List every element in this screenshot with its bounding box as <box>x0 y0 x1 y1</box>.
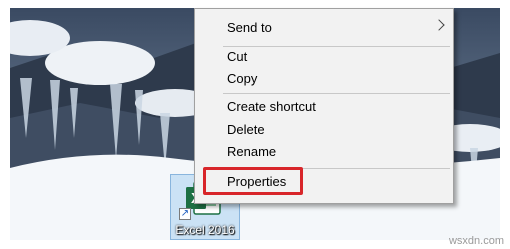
chevron-right-icon <box>433 19 445 31</box>
menu-item-label: Cut <box>227 49 248 64</box>
menu-item-cut[interactable]: Cut <box>227 47 247 67</box>
context-menu: Send to Cut Copy Create shortcut Delete … <box>194 8 454 204</box>
menu-separator <box>223 93 450 94</box>
menu-separator <box>223 46 450 47</box>
menu-item-create-shortcut[interactable]: Create shortcut <box>227 97 316 117</box>
menu-item-label: Rename <box>227 144 277 159</box>
site-watermark: wsxdn.com <box>448 235 504 247</box>
menu-item-label: Copy <box>227 71 258 86</box>
menu-item-delete[interactable]: Delete <box>227 120 265 140</box>
menu-item-label: Properties <box>227 174 287 189</box>
shortcut-arrow-icon: ↗ <box>179 208 191 220</box>
menu-item-properties[interactable]: Properties <box>227 172 286 192</box>
menu-item-copy[interactable]: Copy <box>227 69 257 89</box>
menu-item-label: Create shortcut <box>227 99 316 114</box>
desktop-shortcut-label: Excel 2016 <box>175 223 235 237</box>
menu-item-label: Send to <box>227 20 272 35</box>
menu-item-label: Delete <box>227 122 265 137</box>
menu-item-send-to[interactable]: Send to <box>227 18 433 38</box>
menu-item-rename[interactable]: Rename <box>227 142 276 162</box>
menu-separator <box>223 168 450 169</box>
